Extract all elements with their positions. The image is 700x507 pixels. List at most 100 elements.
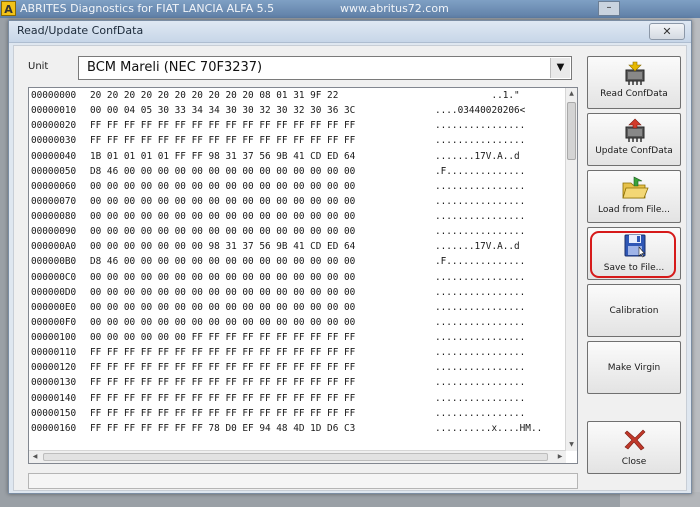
hex-row: 00000050 D8 46 00 00 00 00 00 00 00 00 00… bbox=[29, 164, 566, 179]
hex-bytes: FF FF FF FF FF FF FF FF FF FF FF FF FF F… bbox=[90, 120, 356, 132]
hex-bytes: FF FF FF FF FF FF FF FF FF FF FF FF FF F… bbox=[90, 377, 356, 389]
hex-address: 000000E0 bbox=[31, 301, 77, 313]
hex-ascii: ..1." bbox=[435, 90, 520, 101]
hex-row: 000000D0 00 00 00 00 00 00 00 00 00 00 00… bbox=[29, 285, 566, 300]
make-virgin-button[interactable]: Make Virgin bbox=[587, 341, 681, 394]
dialog-body: Unit BCM Mareli (NEC 70F3237) ▼ 00000000… bbox=[13, 45, 687, 491]
hex-address: 00000160 bbox=[31, 422, 77, 434]
chip-read-icon bbox=[625, 61, 645, 85]
hex-row: 00000020 FF FF FF FF FF FF FF FF FF FF FF… bbox=[29, 118, 566, 133]
horizontal-scroll-thumb[interactable] bbox=[43, 453, 548, 461]
hex-rows: 00000000 20 20 20 20 20 20 20 20 20 20 08… bbox=[29, 88, 566, 451]
hex-ascii: ................ bbox=[435, 377, 526, 389]
folder-open-icon bbox=[622, 176, 649, 199]
hex-address: 00000110 bbox=[31, 347, 77, 359]
hex-row: 00000130 FF FF FF FF FF FF FF FF FF FF FF… bbox=[29, 375, 566, 390]
app-url: www.abritus72.com bbox=[340, 2, 449, 15]
vertical-scrollbar[interactable]: ▲ ▼ bbox=[565, 88, 577, 451]
hex-row: 00000120 FF FF FF FF FF FF FF FF FF FF FF… bbox=[29, 360, 566, 375]
hex-bytes: FF FF FF FF FF FF FF FF FF FF FF FF FF F… bbox=[90, 347, 356, 359]
hex-bytes: FF FF FF FF FF FF FF FF FF FF FF FF FF F… bbox=[90, 362, 356, 374]
update-confdata-button[interactable]: Update ConfData bbox=[587, 113, 681, 166]
scroll-down-icon[interactable]: ▼ bbox=[566, 439, 577, 451]
hex-ascii: ....03440020206< bbox=[435, 105, 526, 117]
abrites-app-icon: A bbox=[1, 1, 16, 16]
hex-row: 00000000 20 20 20 20 20 20 20 20 20 20 08… bbox=[29, 88, 566, 103]
read-update-confdata-dialog: Read/Update ConfData ✕ Unit BCM Mareli (… bbox=[8, 20, 692, 494]
hex-row: 00000150 FF FF FF FF FF FF FF FF FF FF FF… bbox=[29, 406, 566, 421]
read-confdata-label: Read ConfData bbox=[600, 89, 668, 99]
hex-bytes: D8 46 00 00 00 00 00 00 00 00 00 00 00 0… bbox=[90, 256, 356, 268]
hex-bytes: 1B 01 01 01 01 FF FF 98 31 37 56 9B 41 C… bbox=[90, 150, 356, 162]
app-minimize-button[interactable]: – bbox=[598, 1, 620, 16]
hex-address: 00000080 bbox=[31, 211, 77, 222]
hex-bytes: FF FF FF FF FF FF FF FF FF FF FF FF FF F… bbox=[90, 407, 356, 419]
update-confdata-label: Update ConfData bbox=[595, 146, 673, 156]
hex-row: 00000070 00 00 00 00 00 00 00 00 00 00 00… bbox=[29, 194, 566, 209]
hex-address: 000000A0 bbox=[31, 241, 77, 253]
hex-address: 00000150 bbox=[31, 407, 77, 419]
red-x-icon bbox=[624, 429, 646, 451]
hex-row: 00000010 00 00 04 05 30 33 34 34 30 30 32… bbox=[29, 103, 566, 118]
hex-ascii: ................ bbox=[435, 286, 526, 298]
close-button[interactable]: Close bbox=[587, 421, 681, 474]
calibration-button[interactable]: Calibration bbox=[587, 284, 681, 337]
hex-ascii: ................ bbox=[435, 120, 526, 132]
unit-select-value: BCM Mareli (NEC 70F3237) bbox=[87, 60, 263, 75]
scroll-up-icon[interactable]: ▲ bbox=[566, 88, 577, 100]
hex-bytes: FF FF FF FF FF FF FF FF FF FF FF FF FF F… bbox=[90, 135, 356, 147]
hex-address: 00000000 bbox=[31, 90, 77, 101]
hex-dump-panel[interactable]: 00000000 20 20 20 20 20 20 20 20 20 20 08… bbox=[28, 87, 578, 464]
hex-bytes: 00 00 04 05 30 33 34 34 30 30 32 30 32 3… bbox=[90, 105, 356, 117]
hex-ascii: ................ bbox=[435, 407, 526, 419]
load-from-file-button[interactable]: Load from File... bbox=[587, 170, 681, 223]
hex-row: 000000E0 00 00 00 00 00 00 00 00 00 00 00… bbox=[29, 300, 566, 315]
hex-row: 00000160 FF FF FF FF FF FF FF 78 D0 EF 94… bbox=[29, 421, 566, 436]
hex-address: 00000020 bbox=[31, 120, 77, 132]
hex-bytes: FF FF FF FF FF FF FF FF FF FF FF FF FF F… bbox=[90, 392, 356, 404]
unit-label: Unit bbox=[28, 61, 49, 72]
hex-ascii: ................ bbox=[435, 211, 526, 222]
hex-bytes: 00 00 00 00 00 00 00 00 00 00 00 00 00 0… bbox=[90, 316, 356, 328]
save-to-file-button[interactable]: Save to File... bbox=[587, 227, 681, 280]
hex-ascii: .F.............. bbox=[435, 165, 526, 177]
hex-address: 000000B0 bbox=[31, 256, 77, 268]
close-label: Close bbox=[621, 457, 647, 467]
unit-select[interactable]: BCM Mareli (NEC 70F3237) ▼ bbox=[78, 56, 572, 80]
status-field bbox=[28, 473, 578, 489]
app-title-bar: A ABRITES Diagnostics for FIAT LANCIA AL… bbox=[0, 0, 700, 18]
dialog-title-bar[interactable]: Read/Update ConfData ✕ bbox=[9, 21, 691, 43]
hex-address: 000000D0 bbox=[31, 286, 77, 298]
vertical-scroll-thumb[interactable] bbox=[567, 102, 576, 160]
hex-address: 00000030 bbox=[31, 135, 77, 147]
hex-address: 00000050 bbox=[31, 165, 77, 177]
hex-ascii: ................ bbox=[435, 392, 526, 404]
hex-row: 000000F0 00 00 00 00 00 00 00 00 00 00 00… bbox=[29, 315, 566, 330]
horizontal-scrollbar[interactable]: ◀ ▶ bbox=[29, 450, 566, 463]
hex-ascii: ................ bbox=[435, 180, 526, 192]
hex-address: 000000C0 bbox=[31, 271, 77, 283]
load-from-file-label: Load from File... bbox=[598, 205, 670, 215]
hex-bytes: 00 00 00 00 00 00 FF FF FF FF FF FF FF F… bbox=[90, 332, 356, 343]
read-confdata-button[interactable]: Read ConfData bbox=[587, 56, 681, 109]
hex-ascii: ................ bbox=[435, 195, 526, 207]
make-virgin-label: Make Virgin bbox=[607, 363, 661, 373]
hex-address: 00000010 bbox=[31, 105, 77, 117]
hex-row: 00000100 00 00 00 00 00 00 FF FF FF FF FF… bbox=[29, 330, 566, 345]
hex-bytes: 00 00 00 00 00 00 00 00 00 00 00 00 00 0… bbox=[90, 211, 356, 222]
close-icon: ✕ bbox=[662, 25, 672, 38]
hex-bytes: 00 00 00 00 00 00 00 98 31 37 56 9B 41 C… bbox=[90, 241, 356, 253]
scroll-left-icon[interactable]: ◀ bbox=[29, 451, 41, 463]
hex-bytes: 00 00 00 00 00 00 00 00 00 00 00 00 00 0… bbox=[90, 226, 356, 238]
chip-update-icon bbox=[625, 118, 645, 142]
hex-bytes: 00 00 00 00 00 00 00 00 00 00 00 00 00 0… bbox=[90, 301, 356, 313]
hex-bytes: FF FF FF FF FF FF FF 78 D0 EF 94 48 4D 1… bbox=[90, 422, 356, 434]
hex-row: 00000060 00 00 00 00 00 00 00 00 00 00 00… bbox=[29, 179, 566, 194]
scroll-right-icon[interactable]: ▶ bbox=[554, 451, 566, 463]
hex-ascii: ................ bbox=[435, 362, 526, 374]
dialog-close-button[interactable]: ✕ bbox=[649, 23, 685, 40]
hex-row: 000000B0 D8 46 00 00 00 00 00 00 00 00 00… bbox=[29, 254, 566, 269]
hex-bytes: 00 00 00 00 00 00 00 00 00 00 00 00 00 0… bbox=[90, 180, 356, 192]
chevron-down-icon[interactable]: ▼ bbox=[550, 58, 570, 78]
hex-bytes: 20 20 20 20 20 20 20 20 20 20 08 01 31 9… bbox=[90, 90, 339, 101]
